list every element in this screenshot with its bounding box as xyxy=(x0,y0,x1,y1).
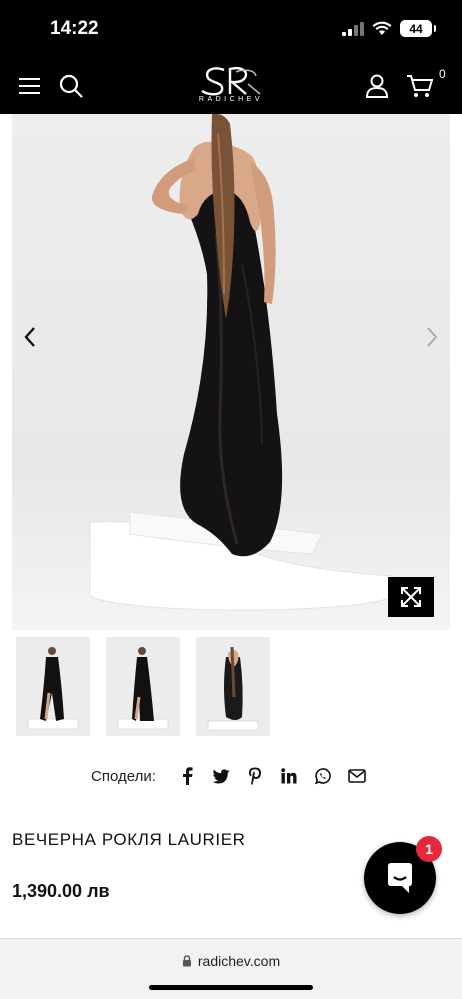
twitter-icon xyxy=(212,768,230,783)
thumbnail-image xyxy=(117,647,169,730)
product-photo xyxy=(89,114,395,611)
cart-button[interactable] xyxy=(406,72,434,100)
brand-logo[interactable]: RADICHEV xyxy=(170,64,292,112)
share-pinterest[interactable] xyxy=(238,764,272,788)
status-bar: 14:22 44 xyxy=(0,0,462,62)
share-facebook[interactable] xyxy=(170,764,204,788)
product-image-gallery[interactable] xyxy=(12,114,450,630)
search-button[interactable] xyxy=(57,72,85,100)
status-time: 14:22 xyxy=(50,18,99,39)
share-row: Сподели: xyxy=(91,764,374,788)
cart-count: 0 xyxy=(439,67,446,81)
thumbnail-image xyxy=(207,646,259,731)
browser-address-bar[interactable]: radichev.com xyxy=(0,938,462,999)
thumbnail-2[interactable] xyxy=(106,637,180,736)
whatsapp-icon xyxy=(315,767,332,784)
account-button[interactable] xyxy=(363,72,391,100)
chat-icon xyxy=(388,863,412,893)
wifi-icon xyxy=(372,21,392,35)
thumbnail-1[interactable] xyxy=(16,637,90,736)
brand-name: RADICHEV xyxy=(198,96,264,103)
zoom-button[interactable] xyxy=(388,577,434,617)
battery-indicator: 44 xyxy=(400,20,436,37)
email-icon xyxy=(348,769,366,783)
url-display[interactable]: radichev.com xyxy=(0,953,462,969)
search-icon xyxy=(59,74,83,98)
url-text: radichev.com xyxy=(197,953,281,969)
product-title: ВЕЧЕРНА РОКЛЯ LAURIER xyxy=(12,830,246,849)
signal-icon xyxy=(342,21,364,36)
product-description-cut xyxy=(12,930,312,938)
menu-button[interactable] xyxy=(16,72,44,100)
menu-icon xyxy=(19,78,40,94)
thumbnail-3[interactable] xyxy=(196,637,270,736)
facebook-icon xyxy=(182,767,193,785)
chevron-right-icon xyxy=(427,327,438,347)
linkedin-icon xyxy=(281,768,297,784)
share-email[interactable] xyxy=(340,764,374,788)
user-icon xyxy=(365,74,389,98)
share-label: Сподели: xyxy=(91,767,156,785)
share-whatsapp[interactable] xyxy=(306,764,340,788)
gallery-prev-button[interactable] xyxy=(18,319,42,355)
gallery-next-button[interactable] xyxy=(420,319,444,355)
chevron-left-icon xyxy=(24,327,35,347)
home-indicator xyxy=(149,985,313,990)
pinterest-icon xyxy=(248,767,261,785)
battery-level: 44 xyxy=(409,21,423,36)
status-indicators: 44 xyxy=(342,20,436,37)
thumbnail-image xyxy=(27,647,79,730)
cart-icon xyxy=(407,75,434,97)
share-twitter[interactable] xyxy=(204,764,238,788)
share-linkedin[interactable] xyxy=(272,764,306,788)
thumbnail-strip xyxy=(16,637,270,736)
site-header: RADICHEV 0 xyxy=(0,62,462,114)
sr-monogram-logo xyxy=(201,67,261,96)
product-price: 1,390.00 лв xyxy=(12,881,110,901)
lock-icon xyxy=(182,955,191,967)
chat-unread-badge: 1 xyxy=(416,836,442,862)
expand-icon xyxy=(401,587,421,607)
